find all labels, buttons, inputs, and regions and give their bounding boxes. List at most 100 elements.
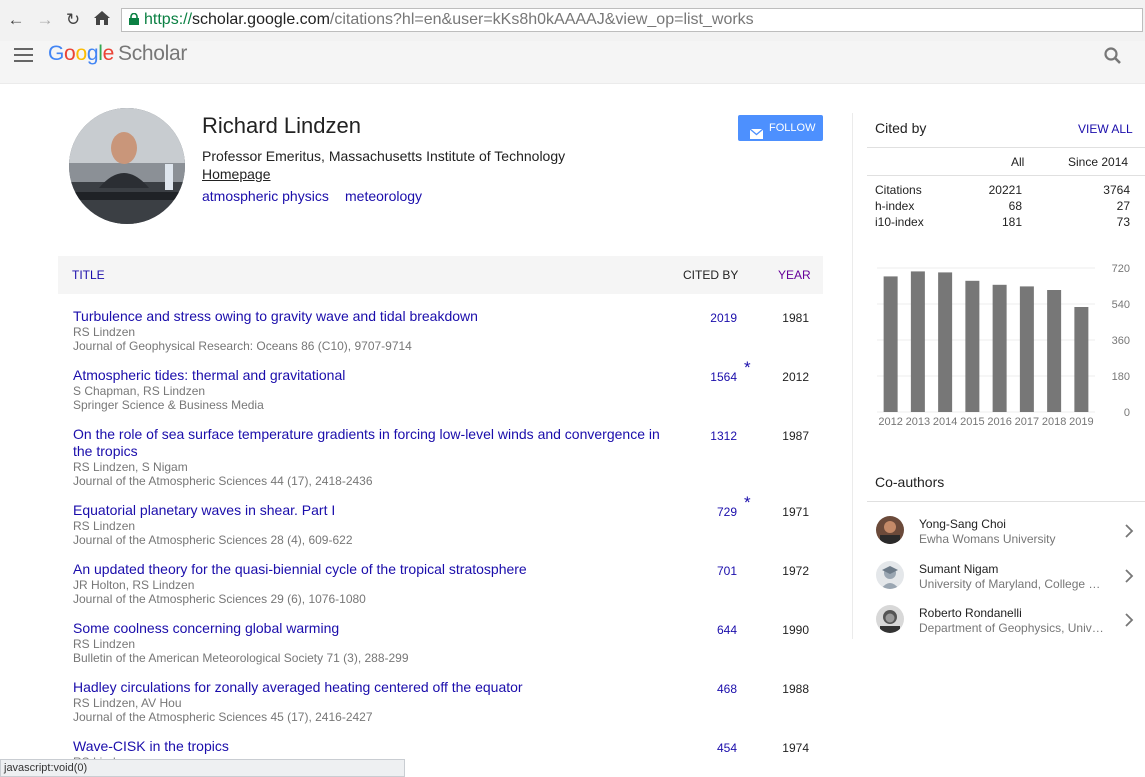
article-year: 1971	[782, 505, 809, 519]
coauthor-name: Sumant Nigam	[919, 562, 999, 576]
stat-label: i10-index	[875, 215, 924, 229]
stats-row: Citations 20221 3764	[875, 183, 1130, 199]
envelope-icon	[749, 123, 764, 139]
logo-letter: e	[102, 42, 115, 65]
logo-letter: g	[86, 42, 99, 65]
article-authors: RS Lindzen, AV Hou	[73, 696, 182, 710]
chart-bar-2019[interactable]	[1074, 307, 1089, 412]
interest-link[interactable]: meteorology	[345, 188, 422, 204]
stat-all-value: 68	[1008, 199, 1022, 213]
logo-letter: G	[48, 42, 65, 65]
forward-arrow-icon[interactable]: →	[35, 10, 55, 30]
google-scholar-logo[interactable]: Google Scholar	[48, 42, 187, 66]
sort-by-year[interactable]: YEAR	[778, 268, 811, 282]
chart-bar-2016[interactable]	[992, 284, 1007, 412]
cited-by-link[interactable]: 1312	[673, 429, 737, 443]
sidebar: Cited by VIEW ALL All Since 2014 Citatio…	[852, 113, 1145, 639]
table-row: On the role of sea surface temperature g…	[73, 426, 823, 488]
homepage-link[interactable]: Homepage	[202, 166, 271, 182]
x-tick-label: 2019	[1069, 416, 1093, 428]
coauthor-affiliation: University of Maryland, College Park	[919, 577, 1104, 591]
follow-label: FOLLOW	[769, 122, 816, 134]
home-icon[interactable]	[92, 9, 112, 29]
coauthors-heading: Co-authors	[875, 474, 945, 490]
article-authors: RS Lindzen	[73, 325, 136, 339]
chart-bar-2013[interactable]	[910, 271, 925, 412]
article-authors: RS Lindzen, S Nigam	[73, 460, 188, 474]
coauthor-affiliation: Department of Geophysics, Universidad de…	[919, 621, 1104, 635]
article-authors: S Chapman, RS Lindzen	[73, 384, 206, 398]
article-title-link[interactable]: An updated theory for the quasi-biennial…	[73, 561, 673, 578]
article-title-link[interactable]: Turbulence and stress owing to gravity w…	[73, 308, 673, 325]
reload-icon[interactable]: ↻	[63, 10, 83, 30]
chevron-right-icon	[1124, 569, 1134, 583]
address-bar[interactable]: https://scholar.google.com/citations?hl=…	[121, 8, 1143, 32]
chart-bar-2012[interactable]	[883, 276, 898, 412]
article-title-link[interactable]: Equatorial planetary waves in shear. Par…	[73, 502, 673, 519]
cited-by-link[interactable]: 701	[673, 564, 737, 578]
x-tick-label: 2012	[878, 416, 902, 428]
stats-col-since: Since 2014	[1068, 155, 1129, 169]
chart-bar-2014[interactable]	[938, 272, 953, 412]
article-title-link[interactable]: Atmospheric tides: thermal and gravitati…	[73, 367, 673, 384]
follow-button[interactable]: FOLLOW	[738, 115, 823, 141]
search-icon[interactable]	[1103, 46, 1123, 66]
url-host: scholar.google.com	[192, 11, 330, 28]
article-venue: Springer Science & Business Media	[73, 398, 264, 412]
y-tick-label: 540	[1112, 299, 1130, 311]
citations-per-year-chart: 01803605407202012 2013 2014 2015 2016 2017 201…	[877, 263, 1130, 428]
cited-by-link[interactable]: 2019	[673, 311, 737, 325]
chart-bar-2017[interactable]	[1019, 286, 1034, 412]
view-all-link[interactable]: VIEW ALL	[1078, 122, 1133, 136]
chevron-right-icon	[1124, 524, 1134, 538]
url-scheme: https://	[144, 11, 193, 28]
table-row: Hadley circulations for zonally averaged…	[73, 679, 823, 724]
sort-by-title[interactable]: TITLE	[72, 268, 105, 282]
article-title-link[interactable]: On the role of sea surface temperature g…	[73, 426, 673, 460]
cited-by-link[interactable]: 454	[673, 741, 737, 755]
stats-col-all: All	[1011, 155, 1025, 169]
article-venue: Journal of the Atmospheric Sciences 44 (…	[73, 474, 373, 488]
article-venue: Journal of the Atmospheric Sciences 45 (…	[73, 710, 373, 724]
browser-toolbar: ← → ↻ https://scholar.google.com/citatio…	[0, 0, 1145, 42]
article-title-link[interactable]: Wave-CISK in the tropics	[73, 738, 673, 755]
sort-by-cited[interactable]: CITED BY	[683, 268, 738, 282]
article-title-link[interactable]: Some coolness concerning global warming	[73, 620, 673, 637]
coauthor-item[interactable]: Roberto Rondanelli Department of Geophys…	[867, 603, 1145, 647]
x-tick-label: 2016	[987, 416, 1011, 428]
article-authors: JR Holton, RS Lindzen	[73, 578, 195, 592]
logo-letter: o	[64, 42, 76, 65]
article-year: 1981	[782, 311, 809, 325]
x-tick-label: 2013	[906, 416, 930, 428]
merged-citations-star[interactable]: *	[744, 493, 751, 513]
chart-bar-2018[interactable]	[1047, 290, 1062, 412]
coauthor-name: Roberto Rondanelli	[919, 606, 1022, 620]
article-year: 1972	[782, 564, 809, 578]
cited-by-link[interactable]: 644	[673, 623, 737, 637]
cited-by-link[interactable]: 468	[673, 682, 737, 696]
coauthor-avatar	[876, 516, 904, 544]
x-tick-label: 2017	[1015, 416, 1039, 428]
profile-name: Richard Lindzen	[202, 113, 361, 138]
merged-citations-star[interactable]: *	[744, 358, 751, 378]
article-title-link[interactable]: Hadley circulations for zonally averaged…	[73, 679, 673, 696]
chevron-right-icon	[1124, 613, 1134, 627]
menu-icon[interactable]	[14, 48, 33, 63]
back-arrow-icon[interactable]: ←	[6, 10, 26, 30]
stat-since-value: 27	[1116, 199, 1130, 213]
coauthor-item[interactable]: Yong-Sang Choi Ewha Womans University	[867, 514, 1145, 558]
coauthor-avatar	[876, 561, 904, 589]
articles-table-header: TITLE CITED BY YEAR	[58, 256, 823, 294]
cited-by-link[interactable]: 1564	[673, 370, 737, 384]
chart-bar-2015[interactable]	[965, 280, 980, 412]
table-row: Atmospheric tides: thermal and gravitati…	[73, 358, 823, 412]
article-venue: Bulletin of the American Meteorological …	[73, 651, 409, 665]
coauthor-item[interactable]: Sumant Nigam University of Maryland, Col…	[867, 559, 1145, 603]
stats-row: h-index 68 27	[875, 199, 1130, 215]
y-tick-label: 0	[1124, 407, 1130, 419]
logo-scholar-text: Scholar	[117, 42, 188, 65]
stat-since-value: 3764	[1103, 183, 1130, 197]
interest-link[interactable]: atmospheric physics	[202, 188, 329, 204]
cited-by-link[interactable]: 729	[673, 505, 737, 519]
article-venue: Journal of Geophysical Research: Oceans …	[73, 339, 412, 353]
